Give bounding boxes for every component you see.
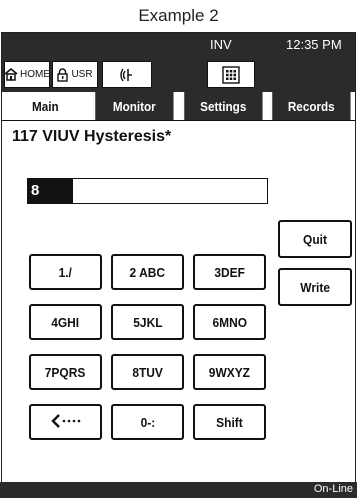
key-9[interactable]: 9WXYZ — [193, 354, 266, 390]
key-8[interactable]: 8TUV — [111, 354, 184, 390]
tab-settings[interactable]: Settings — [181, 92, 262, 120]
key-0[interactable]: 0-: — [111, 404, 184, 440]
mode-indicator: INV — [210, 37, 232, 52]
tab-bar: Main Monitor Settings Records — [2, 92, 355, 121]
signal-icon — [119, 67, 135, 83]
user-label: USR — [71, 69, 93, 80]
connection-status: On-Line — [313, 483, 353, 495]
user-button[interactable]: USR — [52, 61, 98, 88]
example-caption: Example 2 — [138, 6, 219, 25]
clock: 12:35 PM — [286, 37, 342, 52]
status-bar: INV 12:35 PM HOME USR — [2, 33, 355, 92]
backspace-arrow-icon — [50, 413, 81, 431]
key-3[interactable]: 3DEF — [193, 254, 266, 290]
write-button[interactable]: Write — [278, 268, 352, 306]
lock-icon — [57, 67, 69, 82]
quit-label: Quit — [303, 231, 327, 247]
key-4[interactable]: 4GHI — [29, 304, 102, 340]
signal-button[interactable] — [102, 61, 152, 88]
keypad-button[interactable] — [207, 61, 255, 88]
parameter-title: 117 VIUV Hysteresis* — [12, 128, 172, 145]
key-6[interactable]: 6MNO — [193, 304, 266, 340]
key-1[interactable]: 1./ — [29, 254, 102, 290]
shift-button[interactable]: Shift — [193, 404, 266, 440]
quit-button[interactable]: Quit — [278, 220, 352, 258]
home-button[interactable]: HOME — [4, 61, 50, 88]
tab-main[interactable]: Main — [6, 92, 85, 120]
key-2[interactable]: 2 ABC — [111, 254, 184, 290]
keypad-grid-icon — [222, 65, 240, 84]
key-5[interactable]: 5JKL — [111, 304, 184, 340]
key-7[interactable]: 7PQRS — [29, 354, 102, 390]
backspace-button[interactable] — [29, 404, 102, 440]
home-label: HOME — [20, 69, 50, 80]
tab-records[interactable]: Records — [270, 92, 351, 120]
value-input[interactable]: 8 — [27, 178, 268, 204]
home-icon — [4, 68, 18, 81]
footer-bar: On-Line — [0, 482, 357, 498]
value-text: 8 — [28, 179, 73, 203]
write-label: Write — [300, 279, 330, 295]
tab-monitor[interactable]: Monitor — [93, 92, 174, 120]
